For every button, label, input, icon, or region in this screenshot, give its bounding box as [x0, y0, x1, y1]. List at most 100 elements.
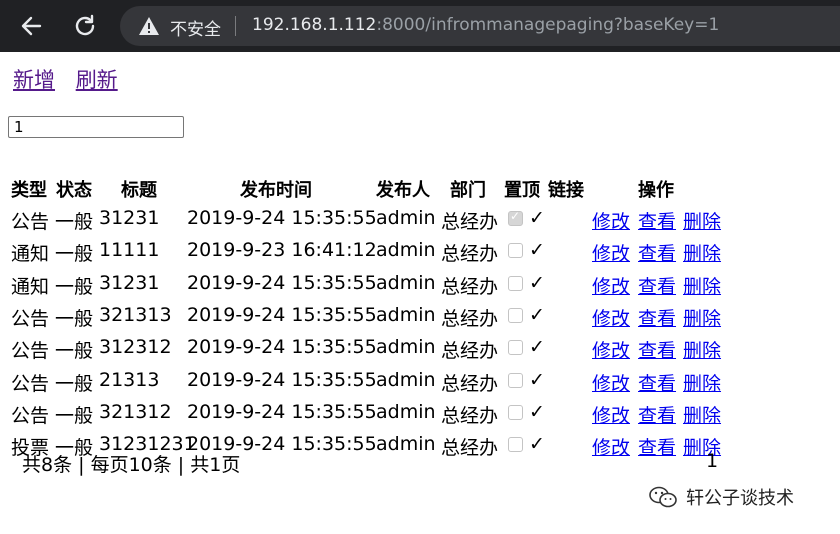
delete-cell: 删除 [683, 207, 721, 234]
refresh-link[interactable]: 刷新 [76, 68, 118, 92]
delete-link[interactable]: 删除 [683, 405, 721, 427]
header-actions: 操作 [638, 180, 674, 201]
cell-publisher: admin [376, 272, 436, 294]
cell-publisher: admin [376, 304, 436, 326]
table-row: 公告 一般 321312 2019-9-24 15:35:55 admin 总经办 ✓ 修改查… [0, 401, 840, 433]
link-check-icon: ✓ [529, 239, 545, 261]
table-row: 公告 一般 21313 2019-9-24 15:35:55 admin 总经办 ✓ 修改 查看… [0, 369, 840, 401]
reload-icon[interactable] [69, 10, 101, 42]
cell-title: 21313 [99, 369, 160, 391]
cell-status: 一般 [55, 405, 94, 427]
header-dept: 部门 [450, 180, 486, 201]
cell-dept: 总经办 [441, 340, 499, 362]
view-link[interactable]: 查看 [638, 373, 676, 395]
cell-type: 公告 [11, 340, 50, 362]
edit-link[interactable]: 修改 [592, 276, 630, 298]
url-path: :8000/infrommanagepaging?baseKey=1 [376, 15, 720, 35]
view-link[interactable]: 查看 [638, 437, 676, 459]
cell-type: 通知 [11, 243, 50, 265]
table-row: 通知 一般 31231 2019-9-24 15:35:55 admin 总经办 ✓ 修改 查看… [0, 272, 840, 304]
cell-dept: 总经办 [441, 373, 499, 395]
pinned-checkbox[interactable] [508, 209, 523, 226]
cell-status: 一般 [55, 340, 94, 362]
cell-status: 一般 [55, 276, 94, 298]
table-row: 公告 一般 312312 2019-9-24 15:35:55 admin 总经办 ✓ 修改查… [0, 336, 840, 368]
cell-title: 312312 [99, 336, 172, 358]
cell-dept: 总经办 [441, 308, 499, 330]
view-cell: 查看 [638, 401, 676, 428]
address-bar[interactable]: 不安全 192.168.1.112:8000/infrommanagepagin… [120, 6, 840, 46]
wechat-icon [648, 485, 678, 509]
cell-title: 321312 [99, 401, 172, 423]
view-link[interactable]: 查看 [638, 308, 676, 330]
view-link[interactable]: 查看 [638, 340, 676, 362]
delete-cell: 删除 [683, 239, 721, 266]
pinned-checkbox[interactable] [508, 373, 523, 388]
cell-publisher: admin [376, 369, 436, 391]
cell-dept: 总经办 [441, 276, 499, 298]
pinned-checkbox[interactable] [508, 405, 523, 420]
edit-link[interactable]: 修改 [592, 340, 630, 362]
cell-status: 一般 [55, 211, 94, 233]
edit-cell: 修改 [592, 272, 630, 299]
cell-dept: 总经办 [441, 243, 499, 265]
delete-link[interactable]: 删除 [683, 373, 721, 395]
delete-link[interactable]: 删除 [683, 211, 721, 233]
edit-link[interactable]: 修改 [592, 405, 630, 427]
edit-link[interactable]: 修改 [592, 211, 630, 233]
cell-title: 321313 [99, 304, 172, 326]
edit-link[interactable]: 修改 [592, 308, 630, 330]
view-cell: 查看 [638, 304, 676, 331]
header-status: 状态 [56, 180, 92, 201]
pinned-checkbox[interactable] [508, 308, 523, 323]
header-pinned: 置顶 [504, 180, 540, 201]
link-check-icon: ✓ [529, 433, 545, 455]
pinned-checkbox[interactable] [508, 276, 523, 291]
delete-link[interactable]: 删除 [683, 276, 721, 298]
cell-time: 2019-9-24 15:35:55 [187, 401, 377, 423]
pinned-checkbox[interactable] [508, 243, 523, 258]
cell-type: 通知 [11, 276, 50, 298]
cell-time: 2019-9-24 15:35:55 [187, 207, 377, 229]
cell-title: 31231 [99, 207, 160, 229]
search-input[interactable] [8, 116, 184, 138]
edit-cell: 修改 [592, 207, 630, 234]
edit-link[interactable]: 修改 [592, 373, 630, 395]
cell-publisher: admin [376, 433, 436, 455]
watermark: 轩公子谈技术 [648, 484, 794, 510]
pinned-checkbox[interactable] [508, 340, 523, 355]
link-check-icon: ✓ [529, 272, 545, 294]
warning-icon[interactable] [138, 16, 160, 36]
link-check-icon: ✓ [529, 304, 545, 326]
edit-link[interactable]: 修改 [592, 243, 630, 265]
view-link[interactable]: 查看 [638, 243, 676, 265]
pinned-checkbox[interactable] [508, 437, 523, 452]
link-check-icon: ✓ [529, 401, 545, 423]
pagination-summary: 共8条 | 每页10条 | 共1页 [22, 454, 241, 476]
delete-link[interactable]: 删除 [683, 243, 721, 265]
cell-publisher: admin [376, 401, 436, 423]
edit-cell: 修改 [592, 401, 630, 428]
url-text[interactable]: 192.168.1.112:8000/infrommanagepaging?ba… [252, 15, 719, 35]
delete-link[interactable]: 删除 [683, 308, 721, 330]
cell-status: 一般 [55, 308, 94, 330]
view-link[interactable]: 查看 [638, 405, 676, 427]
view-cell: 查看 [638, 239, 676, 266]
edit-link[interactable]: 修改 [592, 437, 630, 459]
security-status[interactable]: 不安全 [170, 15, 221, 40]
action-links: 新增 刷新 [13, 64, 132, 94]
view-cell: 查看 [638, 207, 676, 234]
delete-link[interactable]: 删除 [683, 340, 721, 362]
cell-time: 2019-9-24 15:35:55 [187, 272, 377, 294]
cell-status: 一般 [55, 243, 94, 265]
header-title: 标题 [121, 180, 157, 201]
cell-type: 公告 [11, 308, 50, 330]
cell-publisher: admin [376, 239, 436, 261]
back-arrow-icon[interactable] [15, 10, 47, 42]
page-number[interactable]: 1 [706, 450, 718, 472]
cell-time: 2019-9-24 15:35:55 [187, 304, 377, 326]
view-link[interactable]: 查看 [638, 276, 676, 298]
table-row: 公告一般31231 2019-9-24 15:35:55admin总经办 ✓ 修改查看… [0, 207, 840, 239]
view-link[interactable]: 查看 [638, 211, 676, 233]
add-link[interactable]: 新增 [13, 68, 55, 92]
